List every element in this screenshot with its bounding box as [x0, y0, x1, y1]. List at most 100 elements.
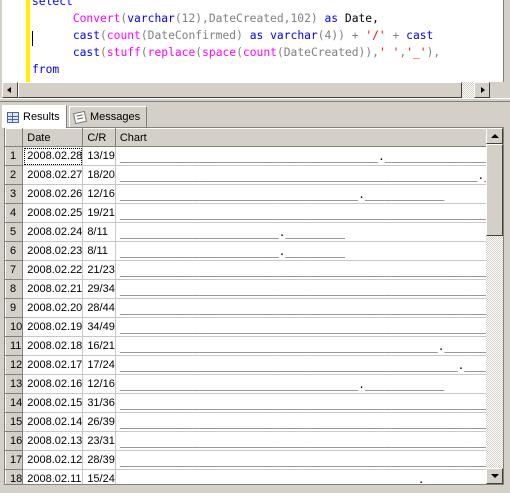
- cell-cr[interactable]: 15/24: [82, 469, 116, 484]
- row-number[interactable]: 2: [5, 165, 24, 185]
- cell-date[interactable]: 2008.02.28: [22, 146, 84, 166]
- row-number[interactable]: 6: [5, 241, 24, 261]
- table-row[interactable]: 7 2008.02.22 21/23 ________________________…: [5, 260, 503, 280]
- cell-date[interactable]: 2008.02.19: [22, 317, 84, 337]
- table-row[interactable]: 5 2008.02.24 8/11 ________________________.…: [5, 222, 503, 242]
- table-row[interactable]: 9 2008.02.20 28/44 ________________________…: [5, 298, 503, 318]
- table-row[interactable]: 2 2008.02.27 18/20 ________________________…: [5, 165, 503, 185]
- grid-corner-header[interactable]: [5, 128, 24, 147]
- row-number[interactable]: 11: [5, 336, 24, 356]
- cell-chart[interactable]: ________________________________________…: [115, 412, 503, 432]
- row-number[interactable]: 9: [5, 298, 24, 318]
- cell-cr[interactable]: 19/21: [82, 203, 116, 223]
- row-number[interactable]: 10: [5, 317, 24, 337]
- editor-horizontal-scrollbar[interactable]: [2, 82, 490, 98]
- table-row[interactable]: 8 2008.02.21 29/34 ________________________…: [5, 279, 503, 299]
- cell-cr[interactable]: 16/21: [82, 336, 116, 356]
- cell-date[interactable]: 2008.02.12: [22, 450, 84, 470]
- column-header-chart[interactable]: Chart: [114, 128, 503, 147]
- cell-date[interactable]: 2008.02.18: [22, 336, 84, 356]
- column-header-date[interactable]: Date: [22, 128, 84, 147]
- table-row[interactable]: 6 2008.02.23 8/11 ________________________.…: [5, 241, 503, 261]
- cell-date[interactable]: 2008.02.22: [22, 260, 84, 280]
- code-line[interactable]: select: [32, 0, 485, 10]
- cell-chart[interactable]: ________________________________________…: [115, 450, 503, 470]
- cell-cr[interactable]: 29/34: [82, 279, 116, 299]
- sql-editor[interactable]: select Convert(varchar(12),DateCreated,1…: [2, 0, 504, 86]
- results-vertical-scrollbar[interactable]: [486, 128, 503, 484]
- cell-chart[interactable]: ________________________________________…: [115, 260, 503, 280]
- cell-chart[interactable]: ________________________________________…: [115, 165, 503, 185]
- table-row[interactable]: 4 2008.02.25 19/21 ________________________…: [5, 203, 503, 223]
- cell-date[interactable]: 2008.02.17: [22, 355, 84, 375]
- column-header-cr[interactable]: C/R: [82, 128, 116, 147]
- cell-cr[interactable]: 31/36: [82, 393, 116, 413]
- editor-code[interactable]: select Convert(varchar(12),DateCreated,1…: [32, 0, 485, 78]
- cell-date[interactable]: 2008.02.14: [22, 412, 84, 432]
- code-line[interactable]: cast(count(DateConfirmed) as varchar(4))…: [32, 27, 485, 44]
- row-number[interactable]: 18: [5, 469, 24, 484]
- row-number[interactable]: 13: [5, 374, 24, 394]
- row-number[interactable]: 15: [5, 412, 24, 432]
- row-number[interactable]: 16: [5, 431, 24, 451]
- table-row[interactable]: 14 2008.02.15 31/36 _______________________…: [5, 393, 503, 413]
- scrollbar-thumb[interactable]: [18, 82, 462, 98]
- cell-chart[interactable]: ________________________________________…: [115, 203, 503, 223]
- cell-date[interactable]: 2008.02.15: [22, 393, 84, 413]
- scroll-left-button[interactable]: [2, 82, 18, 98]
- cell-cr[interactable]: 34/49: [82, 317, 116, 337]
- table-row[interactable]: 3 2008.02.26 12/16 ________________________…: [5, 184, 503, 204]
- cell-cr[interactable]: 8/11: [82, 222, 116, 242]
- cell-chart[interactable]: ________________________._________: [115, 222, 503, 242]
- cell-chart[interactable]: _______________________________________.…: [115, 146, 503, 166]
- cell-chart[interactable]: ________________________________________…: [115, 431, 503, 451]
- cell-date[interactable]: 2008.02.21: [22, 279, 84, 299]
- cell-date[interactable]: 2008.02.13: [22, 431, 84, 451]
- cell-cr[interactable]: 28/44: [82, 298, 116, 318]
- code-line[interactable]: from: [32, 61, 485, 78]
- cell-cr[interactable]: 12/16: [82, 374, 116, 394]
- table-row[interactable]: 12 2008.02.17 17/24 _______________________…: [5, 355, 503, 375]
- cell-cr[interactable]: 28/39: [82, 450, 116, 470]
- code-line[interactable]: cast(stuff(replace(space(count(DateCreat…: [32, 44, 485, 61]
- scroll-down-button[interactable]: [486, 468, 503, 484]
- scroll-right-button[interactable]: [474, 82, 490, 98]
- row-number[interactable]: 3: [5, 184, 24, 204]
- cell-chart[interactable]: ________________________________________…: [115, 298, 503, 318]
- table-row[interactable]: 13 2008.02.16 12/16 _______________________…: [5, 374, 503, 394]
- table-row[interactable]: 16 2008.02.13 23/31 _______________________…: [5, 431, 503, 451]
- cell-chart[interactable]: ________________________________________…: [115, 279, 503, 299]
- table-row[interactable]: 1 2008.02.28 13/19 ________________________…: [5, 146, 503, 166]
- row-number[interactable]: 5: [5, 222, 24, 242]
- cell-cr[interactable]: 8/11: [82, 241, 116, 261]
- table-row[interactable]: 11 2008.02.18 16/21 _______________________…: [5, 336, 503, 356]
- row-number[interactable]: 7: [5, 260, 24, 280]
- row-number[interactable]: 4: [5, 203, 24, 223]
- cell-chart[interactable]: ____________________________________.___…: [115, 374, 503, 394]
- pane-splitter[interactable]: [0, 98, 510, 102]
- row-number[interactable]: 12: [5, 355, 24, 375]
- table-row[interactable]: 15 2008.02.14 26/39 _______________________…: [5, 412, 503, 432]
- results-grid[interactable]: Date C/R Chart 1 2008.02.28 13/19 _________…: [4, 127, 504, 485]
- scroll-up-button[interactable]: [486, 128, 503, 144]
- scrollbar-thumb[interactable]: [486, 144, 503, 236]
- row-number[interactable]: 14: [5, 393, 24, 413]
- cell-chart[interactable]: ________________________________________…: [115, 317, 503, 337]
- cell-cr[interactable]: 26/39: [82, 412, 116, 432]
- row-number[interactable]: 1: [5, 146, 24, 166]
- tab-results[interactable]: Results: [2, 105, 67, 128]
- cell-chart[interactable]: ________________________________________…: [115, 393, 503, 413]
- cell-date[interactable]: 2008.02.27: [22, 165, 84, 185]
- row-number[interactable]: 8: [5, 279, 24, 299]
- cell-cr[interactable]: 13/19: [82, 146, 116, 166]
- tab-messages[interactable]: Messages: [69, 106, 148, 127]
- cell-cr[interactable]: 23/31: [82, 431, 116, 451]
- table-row[interactable]: 10 2008.02.19 34/49 _______________________…: [5, 317, 503, 337]
- code-line[interactable]: Convert(varchar(12),DateCreated,102) as …: [32, 10, 485, 27]
- cell-cr[interactable]: 18/20: [82, 165, 116, 185]
- cell-chart[interactable]: ________________________________________…: [115, 336, 503, 356]
- cell-cr[interactable]: 12/16: [82, 184, 116, 204]
- cell-chart[interactable]: ________________________._________: [115, 241, 503, 261]
- cell-date[interactable]: 2008.02.11: [22, 469, 84, 484]
- cell-chart[interactable]: ________________________________________…: [115, 355, 503, 375]
